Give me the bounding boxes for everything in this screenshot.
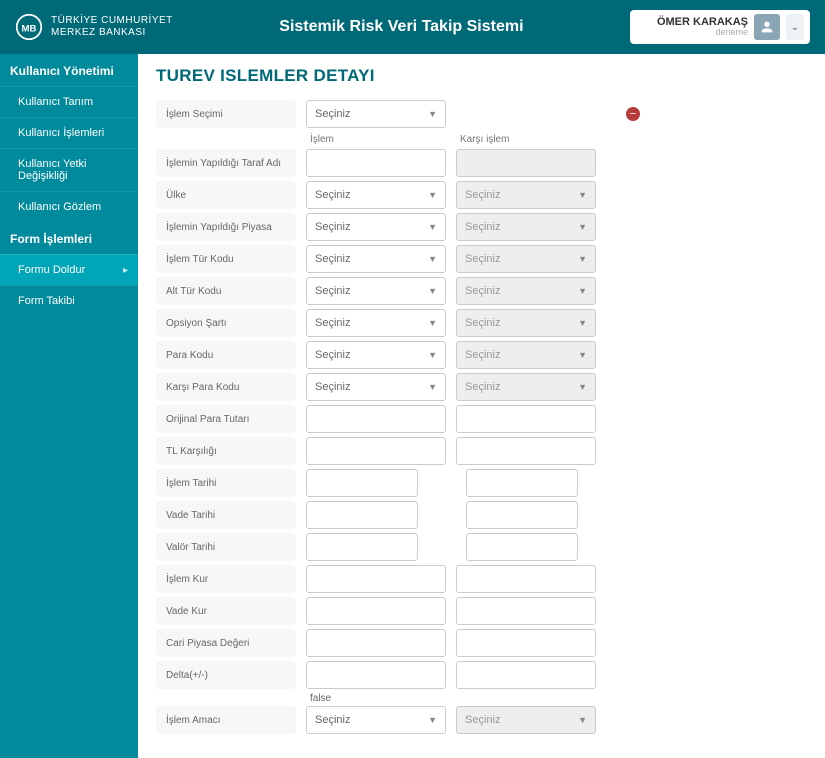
- input-vade-kur-islem[interactable]: [306, 597, 446, 625]
- select-islem-secimi[interactable]: Seçiniz: [306, 100, 446, 128]
- label-delta: Delta(+/-): [156, 661, 296, 689]
- user-icon: [754, 14, 780, 40]
- svg-text:MB: MB: [22, 23, 37, 34]
- input-islem-kur-karsi[interactable]: [456, 565, 596, 593]
- user-menu[interactable]: ÖMER KARAKAŞ deneme ⌄: [630, 10, 810, 44]
- input-cari-piyasa-karsi[interactable]: [456, 629, 596, 657]
- label-orijinal-para-tutari: Orijinal Para Tutarı: [156, 405, 296, 433]
- select-islem-amaci-islem[interactable]: Seçiniz: [306, 706, 446, 734]
- select-ulke-islem[interactable]: Seçiniz: [306, 181, 446, 209]
- select-alt-tur-kodu-islem[interactable]: Seçiniz: [306, 277, 446, 305]
- input-islem-kur-islem[interactable]: [306, 565, 446, 593]
- logo-area: MB TÜRKİYE CUMHURİYET MERKEZ BANKASI: [15, 13, 173, 41]
- sidebar-item-user-observe[interactable]: Kullanıcı Gözlem: [0, 191, 138, 222]
- select-tur-kodu-karsi: Seçiniz: [456, 245, 596, 273]
- input-valor-tarihi-karsi[interactable]: [466, 533, 578, 561]
- select-para-kodu-karsi: Seçiniz: [456, 341, 596, 369]
- input-vade-kur-karsi[interactable]: [456, 597, 596, 625]
- sidebar-item-fill-form[interactable]: Formu Doldur: [0, 254, 138, 285]
- select-piyasa-islem[interactable]: Seçiniz: [306, 213, 446, 241]
- label-tur-kodu: İşlem Tür Kodu: [156, 245, 296, 273]
- input-valor-tarihi-islem[interactable]: [306, 533, 418, 561]
- label-islem-amaci: İşlem Amacı: [156, 706, 296, 734]
- col-head-karsi: Karşı işlem: [456, 134, 596, 145]
- input-tl-karsiligi-karsi[interactable]: [456, 437, 596, 465]
- sidebar-section-users: Kullanıcı Yönetimi: [0, 54, 138, 86]
- select-piyasa-karsi: Seçiniz: [456, 213, 596, 241]
- sidebar-item-user-define[interactable]: Kullanıcı Tanım: [0, 86, 138, 117]
- label-tl-karsiligi: TL Karşılığı: [156, 437, 296, 465]
- false-note: false: [306, 693, 331, 704]
- label-islem-kur: İşlem Kur: [156, 565, 296, 593]
- page-system-title: Sistemik Risk Veri Takip Sistemi: [173, 18, 630, 36]
- input-delta-karsi[interactable]: [456, 661, 596, 689]
- input-tarafi-karsi: [456, 149, 596, 177]
- label-islem-secimi: İşlem Seçimi: [156, 100, 296, 128]
- label-opsiyon-sarti: Opsiyon Şartı: [156, 309, 296, 337]
- input-islem-tarihi-islem[interactable]: [306, 469, 418, 497]
- sidebar-item-form-track[interactable]: Form Takibi: [0, 285, 138, 316]
- select-opsiyon-sarti-islem[interactable]: Seçiniz: [306, 309, 446, 337]
- main-content: TUREV ISLEMLER DETAYI İşlem Seçimi Seçin…: [138, 54, 825, 758]
- column-headers: İşlem Karşı işlem: [156, 134, 795, 145]
- label-piyasa: İşlemin Yapıldığı Piyasa: [156, 213, 296, 241]
- label-para-kodu: Para Kodu: [156, 341, 296, 369]
- input-vade-tarihi-karsi[interactable]: [466, 501, 578, 529]
- input-orijinal-para-karsi[interactable]: [456, 405, 596, 433]
- input-tl-karsiligi-islem[interactable]: [306, 437, 446, 465]
- select-alt-tur-kodu-karsi: Seçiniz: [456, 277, 596, 305]
- select-tur-kodu-islem[interactable]: Seçiniz: [306, 245, 446, 273]
- select-ulke-karsi: Seçiniz: [456, 181, 596, 209]
- col-head-islem: İşlem: [306, 134, 446, 145]
- label-islem-tarihi: İşlem Tarihi: [156, 469, 296, 497]
- label-valor-tarihi: Valör Tarihi: [156, 533, 296, 561]
- label-alt-tur-kodu: Alt Tür Kodu: [156, 277, 296, 305]
- remove-row-button[interactable]: −: [626, 107, 640, 121]
- label-karsi-para-kodu: Karşı Para Kodu: [156, 373, 296, 401]
- select-opsiyon-sarti-karsi: Seçiniz: [456, 309, 596, 337]
- label-cari-piyasa: Cari Piyasa Değeri: [156, 629, 296, 657]
- sidebar-item-user-auth-change[interactable]: Kullanıcı Yetki Değişikliği: [0, 148, 138, 191]
- input-cari-piyasa-islem[interactable]: [306, 629, 446, 657]
- input-orijinal-para-islem[interactable]: [306, 405, 446, 433]
- chevron-down-icon[interactable]: ⌄: [786, 14, 804, 40]
- select-para-kodu-islem[interactable]: Seçiniz: [306, 341, 446, 369]
- bank-logo-icon: MB: [15, 13, 43, 41]
- sidebar: Kullanıcı Yönetimi Kullanıcı Tanım Kulla…: [0, 54, 138, 758]
- label-ulke: Ülke: [156, 181, 296, 209]
- input-vade-tarihi-islem[interactable]: [306, 501, 418, 529]
- label-tarafi: İşlemin Yapıldığı Taraf Adı: [156, 149, 296, 177]
- input-islem-tarihi-karsi[interactable]: [466, 469, 578, 497]
- input-delta-islem[interactable]: [306, 661, 446, 689]
- sidebar-item-user-ops[interactable]: Kullanıcı İşlemleri: [0, 117, 138, 148]
- select-karsi-para-kodu-karsi: Seçiniz: [456, 373, 596, 401]
- label-vade-tarihi: Vade Tarihi: [156, 501, 296, 529]
- input-tarafi-islem[interactable]: [306, 149, 446, 177]
- select-karsi-para-kodu-islem[interactable]: Seçiniz: [306, 373, 446, 401]
- org-name: TÜRKİYE CUMHURİYET MERKEZ BANKASI: [51, 15, 173, 39]
- select-islem-amaci-karsi: Seçiniz: [456, 706, 596, 734]
- label-vade-kur: Vade Kur: [156, 597, 296, 625]
- sidebar-section-form: Form İşlemleri: [0, 222, 138, 254]
- app-header: MB TÜRKİYE CUMHURİYET MERKEZ BANKASI Sis…: [0, 0, 825, 54]
- user-text: ÖMER KARAKAŞ deneme: [657, 16, 748, 38]
- page-title: TUREV ISLEMLER DETAYI: [156, 66, 795, 86]
